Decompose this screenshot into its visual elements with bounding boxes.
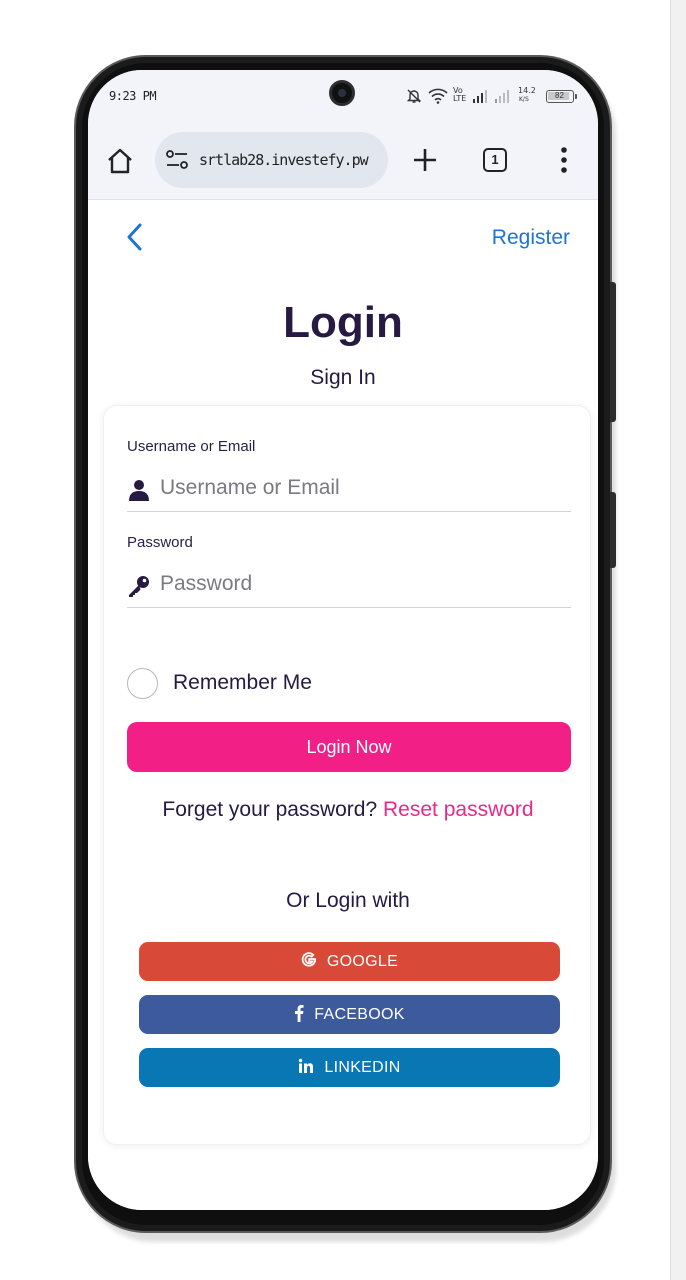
network-type-label: Vo LTE [453, 86, 467, 103]
wifi-icon [428, 88, 448, 104]
username-input[interactable] [160, 472, 565, 504]
new-tab-icon[interactable] [411, 146, 439, 174]
site-settings-icon[interactable] [165, 149, 189, 171]
linkedin-icon [299, 1059, 314, 1074]
more-menu-icon[interactable] [560, 146, 568, 174]
battery-icon: 82 [546, 90, 577, 103]
tab-switcher-button[interactable]: 1 [483, 148, 507, 172]
remember-me-label[interactable]: Remember Me [173, 671, 312, 695]
signal-icon [473, 90, 487, 103]
register-link[interactable]: Register [492, 226, 570, 250]
volume-button [610, 282, 616, 422]
home-icon[interactable] [105, 146, 135, 176]
google-label: GOOGLE [326, 953, 399, 970]
facebook-label: FACEBOOK [314, 1006, 405, 1023]
battery-percent: 82 [555, 91, 564, 100]
or-login-with-text: Or Login with [286, 889, 410, 912]
status-time: 9:23 PM [109, 89, 157, 103]
login-page: Register Login Sign In Username or Email… [88, 200, 598, 1210]
phone-screen: 9:23 PM Vo LTE 14.2 K/S 82 srtlab28.inve… [88, 70, 598, 1210]
password-field [127, 564, 571, 608]
page-subtitle: Sign In [310, 366, 376, 389]
status-icons: Vo LTE 14.2 K/S 82 [406, 85, 578, 109]
key-icon [129, 576, 149, 597]
reset-password-link[interactable]: Reset password [383, 798, 534, 821]
google-login-button[interactable]: GOOGLE [139, 942, 560, 981]
muted-bell-icon [406, 89, 422, 103]
username-label: Username or Email [127, 438, 256, 455]
front-camera [329, 80, 355, 106]
page-title: Login [283, 298, 403, 347]
password-label: Password [127, 534, 193, 551]
signal-icon-2 [495, 90, 509, 103]
login-card: Username or Email Password Remember Me [103, 405, 591, 1145]
linkedin-label: LINKEDIN [324, 1059, 401, 1076]
forgot-password-row: Forget your password? Reset password [104, 798, 592, 822]
power-button [610, 492, 616, 568]
back-arrow-icon[interactable] [123, 222, 147, 252]
browser-toolbar: srtlab28.investefy.pw 1 [88, 128, 598, 200]
linkedin-login-button[interactable]: LINKEDIN [139, 1048, 560, 1087]
network-speed-unit: K/S [519, 96, 529, 103]
google-icon [301, 952, 317, 967]
address-bar[interactable]: srtlab28.investefy.pw [155, 132, 388, 188]
facebook-icon [295, 1005, 304, 1023]
user-icon [129, 480, 149, 501]
forgot-password-text: Forget your password? [162, 798, 378, 821]
login-now-button[interactable]: Login Now [127, 722, 571, 772]
remember-me-checkbox[interactable] [127, 668, 158, 699]
status-bar: 9:23 PM Vo LTE 14.2 K/S 82 [88, 70, 598, 128]
network-speed-value: 14.2 [518, 86, 536, 95]
background-strip [670, 0, 686, 1280]
password-input[interactable] [160, 568, 565, 600]
url-text: srtlab28.investefy.pw [199, 151, 369, 169]
facebook-login-button[interactable]: FACEBOOK [139, 995, 560, 1034]
username-field [127, 468, 571, 512]
